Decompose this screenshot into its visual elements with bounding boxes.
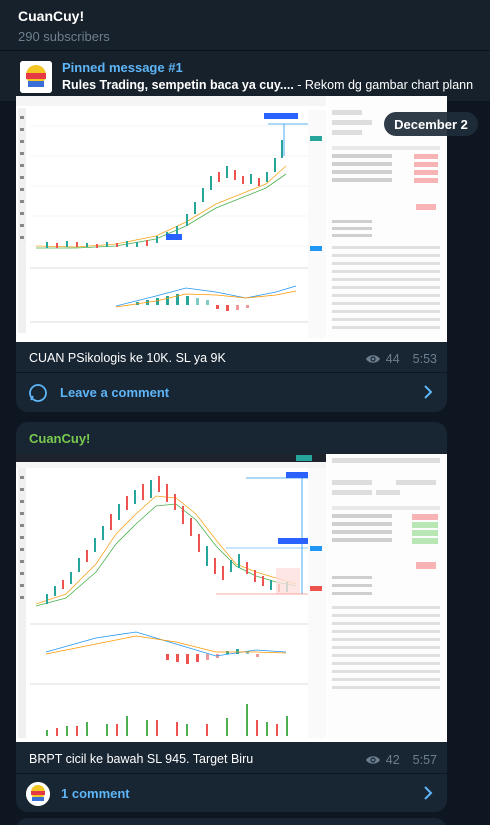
next-post-card (16, 818, 447, 825)
pinned-message-bar[interactable]: Pinned message #1 Rules Trading, sempeti… (0, 50, 490, 102)
comments-button[interactable]: 1 comment (16, 774, 447, 812)
comment-label: 1 comment (61, 786, 130, 801)
view-count: 44 (385, 352, 400, 366)
post-card-2: CuanCuy! BRPT cicil ke bawah SL 945. Tar… (16, 422, 447, 812)
channel-header[interactable]: CuanCuy! 290 subscribers (0, 0, 490, 50)
comment-label: Leave a comment (60, 385, 170, 400)
pinned-title: Pinned message #1 (62, 60, 183, 75)
pinned-text-rest: - Rekom dg gambar chart plann (293, 78, 474, 92)
post-meta: 42 5:57 (365, 753, 437, 767)
post-caption: BRPT cicil ke bawah SL 945. Target Biru (29, 752, 254, 766)
comment-bubble-icon (29, 384, 47, 402)
pinned-text-bold: Rules Trading, sempetin baca ya cuy.... (62, 78, 294, 92)
pinned-text: Rules Trading, sempetin baca ya cuy.... … (62, 78, 473, 92)
commenter-avatar (26, 782, 50, 806)
leave-comment-button[interactable]: Leave a comment (16, 373, 447, 412)
eye-icon (365, 355, 380, 363)
pinned-thumbnail (20, 61, 52, 93)
view-count: 42 (385, 753, 400, 767)
post-meta: 44 5:53 (365, 352, 437, 366)
eye-icon (365, 756, 380, 764)
chevron-right-icon (424, 385, 433, 399)
channel-title[interactable]: CuanCuy! (18, 8, 472, 24)
subscriber-count: 290 subscribers (18, 29, 110, 44)
date-pill: December 2 (384, 112, 478, 136)
chart-screenshot-1[interactable] (16, 96, 447, 342)
chevron-right-icon (424, 786, 433, 800)
post-time: 5:53 (412, 352, 437, 366)
trading-chart-image (16, 96, 447, 342)
post-author[interactable]: CuanCuy! (29, 431, 90, 446)
cuan-logo-icon (26, 782, 50, 806)
cuan-logo-icon (20, 61, 52, 93)
post-caption: CUAN PSikologis ke 10K. SL ya 9K (29, 351, 226, 365)
trading-chart-image (16, 454, 447, 742)
chart-screenshot-2[interactable] (16, 454, 447, 742)
post-time: 5:57 (412, 753, 437, 767)
post-card-1: CUAN PSikologis ke 10K. SL ya 9K 44 5:53… (16, 96, 447, 412)
